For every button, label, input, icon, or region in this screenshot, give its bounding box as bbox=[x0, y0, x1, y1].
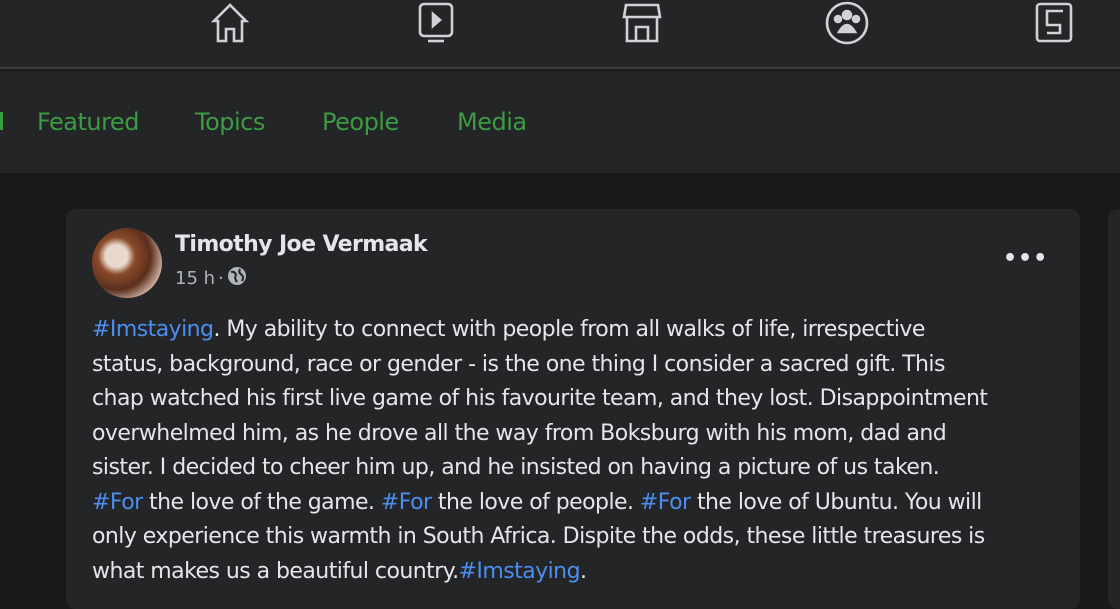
hashtag-link[interactable]: #For bbox=[640, 490, 691, 515]
tab-media[interactable]: Media bbox=[457, 108, 527, 136]
post-time[interactable]: 15 h bbox=[175, 268, 215, 289]
marketplace-icon[interactable] bbox=[618, 0, 666, 46]
post-text-line: overwhelmed him, as he drove all the way… bbox=[92, 417, 1067, 452]
post-author[interactable]: Timothy Joe Vermaak bbox=[175, 232, 428, 257]
post-text-segment: the love of people. bbox=[431, 489, 640, 515]
post-text-segment: the love of Ubuntu. You will bbox=[690, 489, 982, 515]
globe-icon bbox=[227, 266, 247, 291]
post-text-segment: status, background, race or gender - is … bbox=[92, 351, 945, 377]
post-text-segment: what makes us a beautiful country. bbox=[92, 558, 459, 584]
tab-edge bbox=[0, 112, 3, 130]
meta-separator: · bbox=[218, 268, 224, 289]
hashtag-link[interactable]: #For bbox=[92, 490, 143, 515]
post-text-segment: . bbox=[579, 558, 587, 584]
post-text-segment: only experience this warmth in South Afr… bbox=[92, 524, 985, 549]
tab-featured[interactable]: Featured bbox=[37, 108, 139, 136]
hashtag-link[interactable]: #Imstaying bbox=[92, 317, 214, 342]
tab-people[interactable]: People bbox=[322, 108, 399, 136]
post-text-segment: sister. I decided to cheer him up, and h… bbox=[92, 455, 940, 480]
hashtag-link[interactable]: #For bbox=[381, 490, 432, 515]
avatar[interactable] bbox=[92, 228, 162, 298]
post-text-segment: . My ability to connect with people from… bbox=[213, 317, 925, 342]
post-text: #Imstaying. My ability to connect with p… bbox=[92, 313, 1067, 589]
groups-icon[interactable] bbox=[823, 0, 871, 46]
search-filter-bar bbox=[0, 71, 1120, 173]
top-navigation bbox=[0, 0, 1120, 69]
hashtag-link[interactable]: #Imstaying bbox=[459, 559, 581, 584]
watch-icon[interactable] bbox=[412, 0, 460, 46]
more-options-button[interactable]: ••• bbox=[1003, 246, 1048, 271]
post-text-segment: the love of the game. bbox=[142, 489, 381, 515]
home-icon[interactable] bbox=[206, 0, 254, 46]
post-text-line: #Imstaying. My ability to connect with p… bbox=[92, 313, 1067, 348]
next-post-card bbox=[1108, 209, 1120, 609]
gaming-icon[interactable] bbox=[1030, 0, 1078, 46]
post-meta: 15 h · bbox=[175, 266, 247, 291]
post-text-line: status, background, race or gender - is … bbox=[92, 348, 1067, 383]
post-text-segment: overwhelmed him, as he drove all the way… bbox=[92, 420, 947, 446]
post-text-line: sister. I decided to cheer him up, and h… bbox=[92, 451, 1067, 486]
tab-topics[interactable]: Topics bbox=[195, 108, 265, 136]
post-text-line: only experience this warmth in South Afr… bbox=[92, 520, 1067, 555]
post-text-segment: chap watched his first live game of his … bbox=[92, 386, 988, 411]
post-text-line: chap watched his first live game of his … bbox=[92, 382, 1067, 417]
post-text-line: what makes us a beautiful country.#Imsta… bbox=[92, 555, 1067, 590]
post-text-line: #For the love of the game. #For the love… bbox=[92, 486, 1067, 521]
